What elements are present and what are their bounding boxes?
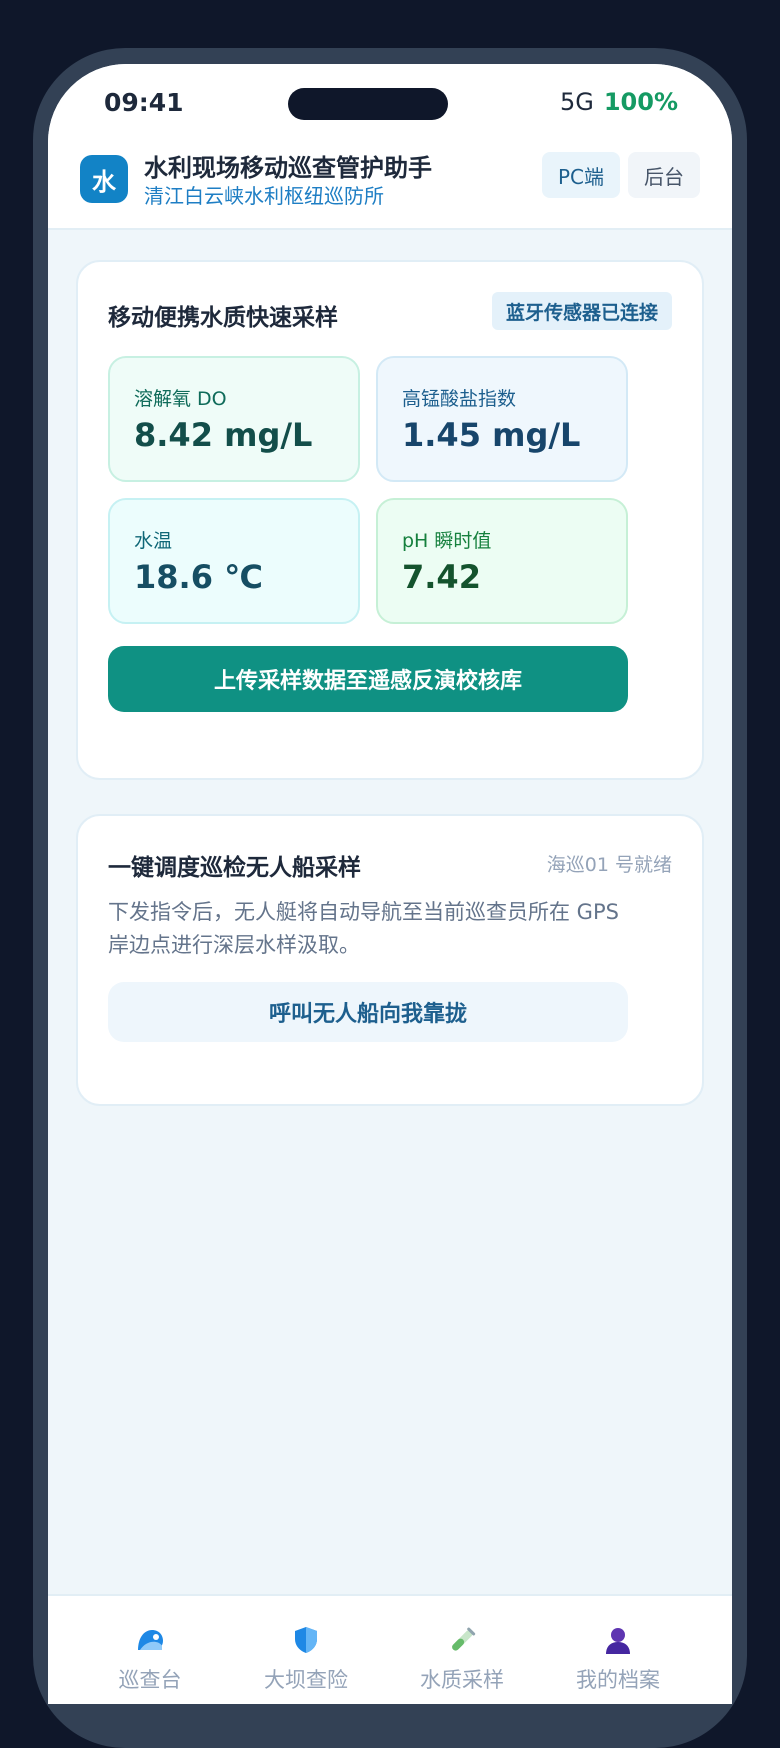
tab-patrol-desk[interactable]: 巡查台 (80, 1624, 220, 1694)
metric-dissolved-oxygen: 溶解氧 DO 8.42 mg/L (108, 356, 360, 482)
user-icon (606, 1628, 630, 1654)
metric-value: 8.42 mg/L (134, 416, 313, 454)
tab-label: 水质采样 (420, 1668, 504, 1692)
tab-label: 大坝查险 (264, 1668, 348, 1692)
water-wave-icon (138, 1630, 163, 1650)
metric-label: 溶解氧 DO (134, 388, 227, 410)
pc-mode-button[interactable]: PC端 (542, 152, 620, 198)
app-subtitle: 清江白云峡水利枢纽巡防所 (144, 184, 384, 208)
network-indicator: 5G (559, 88, 594, 116)
app-logo: 水 (80, 155, 128, 203)
metric-value: 1.45 mg/L (402, 416, 581, 454)
tab-label: 我的档案 (576, 1668, 660, 1692)
upload-sampling-data-button[interactable]: 上传采样数据至遥感反演校核库 (108, 646, 628, 712)
metric-label: pH 瞬时值 (402, 530, 492, 552)
metric-ph: pH 瞬时值 7.42 (376, 498, 628, 624)
metric-permanganate-index: 高锰酸盐指数 1.45 mg/L (376, 356, 628, 482)
boat-card-description: 下发指令后，无人艇将自动导航至当前巡查员所在 GPS 岸边点进行深层水样汲取。 (108, 900, 619, 957)
boat-card-title: 一键调度巡检无人船采样 (108, 855, 361, 881)
metric-label: 水温 (134, 530, 173, 552)
tab-label: 巡查台 (118, 1668, 182, 1692)
shield-icon (295, 1627, 317, 1653)
water-sampling-card: 移动便携水质快速采样 蓝牙传感器已连接 溶解氧 DO 8.42 mg/L 高锰酸… (76, 260, 704, 780)
status-indicators: 5G 100% (560, 88, 678, 116)
status-time: 09:41 (104, 88, 184, 117)
phone-screen: 09:41 5G 100% 水 水利现场移动巡查管护助手 清江白云峡水利枢纽巡防所… (48, 64, 732, 1704)
admin-button[interactable]: 后台 (628, 152, 700, 198)
tab-my-profile[interactable]: 我的档案 (548, 1624, 688, 1694)
app-header: 水 水利现场移动巡查管护助手 清江白云峡水利枢纽巡防所 PC端 后台 (48, 134, 732, 230)
tab-water-sampling[interactable]: 水质采样 (392, 1624, 532, 1694)
battery-indicator: 100% (603, 88, 678, 116)
app-title: 水利现场移动巡查管护助手 (144, 154, 432, 182)
boat-ready-status: 海巡01 号就绪 (546, 854, 672, 876)
call-drone-boat-button[interactable]: 呼叫无人船向我靠拢 (108, 982, 628, 1042)
metric-value: 18.6 ℃ (134, 558, 263, 596)
dynamic-island (288, 88, 448, 120)
metric-label: 高锰酸盐指数 (402, 388, 517, 410)
metric-water-temperature: 水温 18.6 ℃ (108, 498, 360, 624)
drone-boat-card: 一键调度巡检无人船采样 海巡01 号就绪 下发指令后，无人艇将自动导航至当前巡查… (76, 814, 704, 1106)
status-bar: 09:41 5G 100% (48, 64, 732, 134)
bluetooth-status-badge: 蓝牙传感器已连接 (491, 292, 672, 330)
test-tube-icon (452, 1627, 476, 1651)
tab-dam-inspection[interactable]: 大坝查险 (236, 1624, 376, 1694)
sampling-card-title: 移动便携水质快速采样 (108, 305, 338, 331)
metric-value: 7.42 (402, 558, 481, 596)
